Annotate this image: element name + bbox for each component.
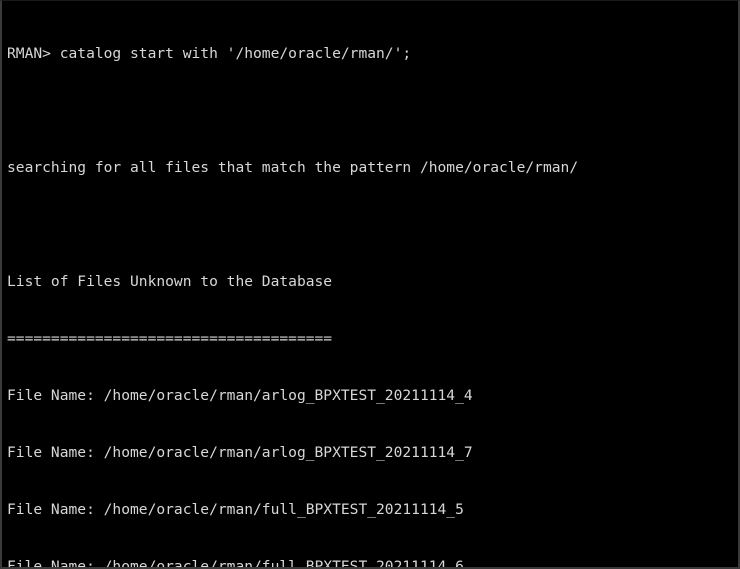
terminal-line: searching for all files that match the p…: [7, 159, 579, 176]
terminal-line: RMAN> catalog start with '/home/oracle/r…: [7, 45, 412, 62]
terminal-screen[interactable]: RMAN> catalog start with '/home/oracle/r…: [7, 6, 738, 569]
terminal-line-heading-unknown-files: List of Files Unknown to the Database: [7, 273, 333, 290]
terminal-line-separator: =====================================: [7, 330, 333, 347]
terminal-line-file-entry: File Name: /home/oracle/rman/full_BPXTES…: [7, 558, 464, 569]
terminal-window[interactable]: RMAN> catalog start with '/home/oracle/r…: [0, 0, 740, 569]
terminal-line-file-entry: File Name: /home/oracle/rman/arlog_BPXTE…: [7, 387, 473, 404]
terminal-line-file-entry: File Name: /home/oracle/rman/full_BPXTES…: [7, 501, 464, 518]
terminal-line-file-entry: File Name: /home/oracle/rman/arlog_BPXTE…: [7, 444, 473, 461]
